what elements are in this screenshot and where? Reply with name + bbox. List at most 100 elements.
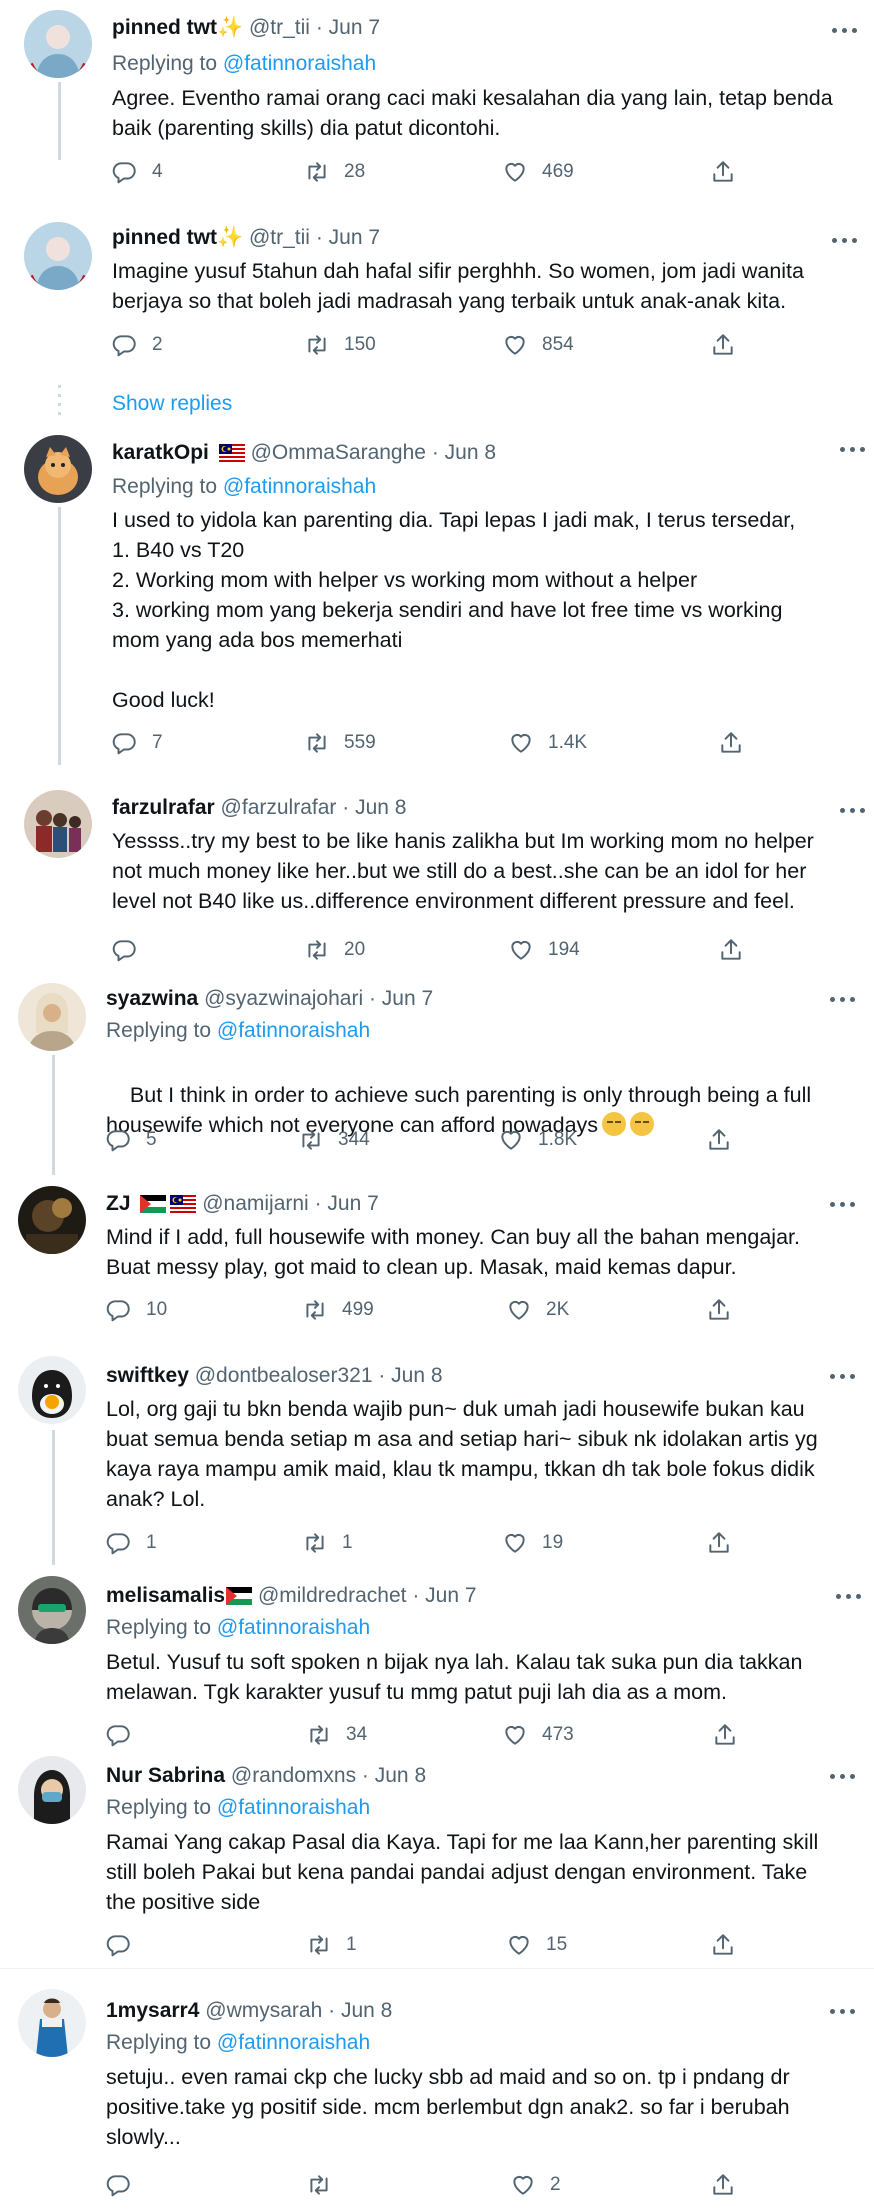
like-button[interactable]: 854 <box>502 330 574 360</box>
more-options-icon[interactable] <box>830 1772 858 1782</box>
avatar[interactable] <box>24 435 92 503</box>
like-button[interactable]: 194 <box>508 935 580 965</box>
reply-button[interactable]: 4 <box>112 157 163 187</box>
reply-button[interactable]: 2 <box>112 330 163 360</box>
mention-link[interactable]: @fatinnoraishah <box>217 1796 370 1819</box>
more-options-icon[interactable] <box>830 1200 858 1210</box>
author-name[interactable]: syazwina <box>106 987 198 1010</box>
author-name[interactable]: karatkOpi <box>112 441 209 464</box>
more-options-icon[interactable] <box>832 26 860 36</box>
author-handle[interactable]: @OmmaSaranghe <box>251 441 426 464</box>
like-button[interactable]: 19 <box>502 1528 563 1558</box>
author-handle[interactable]: @tr_tii <box>249 16 310 39</box>
more-options-icon[interactable] <box>836 1592 864 1602</box>
more-options-icon[interactable] <box>830 995 858 1005</box>
retweet-button[interactable]: 150 <box>304 330 376 360</box>
mention-link[interactable]: @fatinnoraishah <box>217 1019 370 1042</box>
tweet-date[interactable]: · Jun 7 <box>315 1192 379 1215</box>
like-button[interactable]: 473 <box>502 1720 574 1750</box>
tweet[interactable]: 1mysarr4 @wmysarah · Jun 8 Replying to @… <box>0 1985 874 2210</box>
author-name[interactable]: pinned twt <box>112 226 217 249</box>
more-options-icon[interactable] <box>840 445 868 455</box>
like-button[interactable]: 1.8K <box>498 1125 577 1155</box>
author-handle[interactable]: @syazwinajohari <box>204 987 363 1010</box>
avatar[interactable] <box>18 1356 86 1424</box>
retweet-button[interactable]: 499 <box>302 1295 374 1325</box>
avatar[interactable] <box>18 1756 86 1824</box>
share-button[interactable] <box>710 157 736 187</box>
mention-link[interactable]: @fatinnoraishah <box>217 1616 370 1639</box>
author-name[interactable]: farzulrafar <box>112 796 215 819</box>
mention-link[interactable]: @fatinnoraishah <box>223 52 376 75</box>
avatar[interactable] <box>18 1186 86 1254</box>
tweet-date[interactable]: · Jun 8 <box>432 441 496 464</box>
like-button[interactable]: 2 <box>510 2170 561 2200</box>
more-options-icon[interactable] <box>830 2007 858 2017</box>
like-button[interactable]: 2K <box>506 1295 569 1325</box>
tweet[interactable]: Nur Sabrina @randomxns · Jun 8 Replying … <box>0 1750 874 1965</box>
avatar[interactable] <box>24 222 92 290</box>
retweet-button[interactable]: 34 <box>306 1720 367 1750</box>
tweet[interactable]: swiftkey @dontbealoser321 · Jun 8 Lol, o… <box>0 1350 874 1565</box>
reply-button[interactable] <box>106 1720 146 1750</box>
tweet-date[interactable]: · Jun 7 <box>369 987 433 1010</box>
more-options-icon[interactable] <box>830 1372 858 1382</box>
tweet[interactable]: melisamalis @mildredrachet · Jun 7 Reply… <box>0 1570 874 1745</box>
author-handle[interactable]: @mildredrachet <box>258 1584 407 1607</box>
author-name[interactable]: pinned twt <box>112 16 217 39</box>
reply-button[interactable]: 1 <box>106 1528 157 1558</box>
more-options-icon[interactable] <box>832 236 860 246</box>
tweet-date[interactable]: · Jun 8 <box>342 796 406 819</box>
author-name[interactable]: 1mysarr4 <box>106 1999 199 2022</box>
tweet-date[interactable]: · Jun 8 <box>378 1364 442 1387</box>
avatar[interactable] <box>18 1989 86 2057</box>
tweet[interactable]: pinned twt✨ @tr_tii · Jun 7 Replying to … <box>0 0 874 160</box>
reply-button[interactable] <box>112 935 152 965</box>
reply-button[interactable]: 10 <box>106 1295 167 1325</box>
share-button[interactable] <box>718 728 744 758</box>
author-name[interactable]: swiftkey <box>106 1364 189 1387</box>
author-handle[interactable]: @randomxns <box>231 1764 356 1787</box>
mention-link[interactable]: @fatinnoraishah <box>223 475 376 498</box>
share-button[interactable] <box>710 330 736 360</box>
retweet-button[interactable]: 344 <box>298 1125 370 1155</box>
author-handle[interactable]: @farzulrafar <box>221 796 337 819</box>
share-button[interactable] <box>706 1528 732 1558</box>
tweet-date[interactable]: · Jun 7 <box>412 1584 476 1607</box>
like-button[interactable]: 469 <box>502 157 574 187</box>
tweet[interactable]: ZJ @namijarni · Jun 7 Mind if I add, ful… <box>0 1180 874 1340</box>
share-button[interactable] <box>710 2170 736 2200</box>
more-options-icon[interactable] <box>840 806 868 816</box>
retweet-button[interactable]: 1 <box>306 1930 357 1960</box>
reply-button[interactable] <box>106 2170 146 2200</box>
like-button[interactable]: 1.4K <box>508 728 587 758</box>
mention-link[interactable]: @fatinnoraishah <box>217 2031 370 2054</box>
avatar[interactable] <box>18 983 86 1051</box>
retweet-button[interactable]: 20 <box>304 935 365 965</box>
reply-button[interactable]: 7 <box>112 728 163 758</box>
avatar[interactable] <box>18 1576 86 1644</box>
tweet-date[interactable]: · Jun 8 <box>362 1764 426 1787</box>
author-handle[interactable]: @namijarni <box>202 1192 309 1215</box>
retweet-button[interactable]: 28 <box>304 157 365 187</box>
retweet-button[interactable]: 559 <box>304 728 376 758</box>
like-button[interactable]: 15 <box>506 1930 567 1960</box>
author-name[interactable]: melisamalis <box>106 1584 225 1607</box>
share-button[interactable] <box>706 1125 732 1155</box>
avatar[interactable] <box>24 790 92 858</box>
reply-button[interactable] <box>106 1930 146 1960</box>
author-handle[interactable]: @wmysarah <box>205 1999 322 2022</box>
tweet-date[interactable]: · Jun 7 <box>316 16 380 39</box>
author-handle[interactable]: @dontbealoser321 <box>195 1364 373 1387</box>
tweet[interactable]: karatkOpi @OmmaSaranghe · Jun 8 Replying… <box>0 425 874 765</box>
reply-button[interactable]: 5 <box>106 1125 157 1155</box>
share-button[interactable] <box>710 1930 736 1960</box>
retweet-button[interactable]: 1 <box>302 1528 353 1558</box>
tweet[interactable]: syazwina @syazwinajohari · Jun 7 Replyin… <box>0 975 874 1175</box>
tweet[interactable]: farzulrafar @farzulrafar · Jun 8 Yessss.… <box>0 780 874 970</box>
tweet-date[interactable]: · Jun 7 <box>316 226 380 249</box>
tweet-date[interactable]: · Jun 8 <box>328 1999 392 2022</box>
author-handle[interactable]: @tr_tii <box>249 226 310 249</box>
share-button[interactable] <box>706 1295 732 1325</box>
tweet[interactable]: pinned twt✨ @tr_tii · Jun 7 Imagine yusu… <box>0 210 874 380</box>
